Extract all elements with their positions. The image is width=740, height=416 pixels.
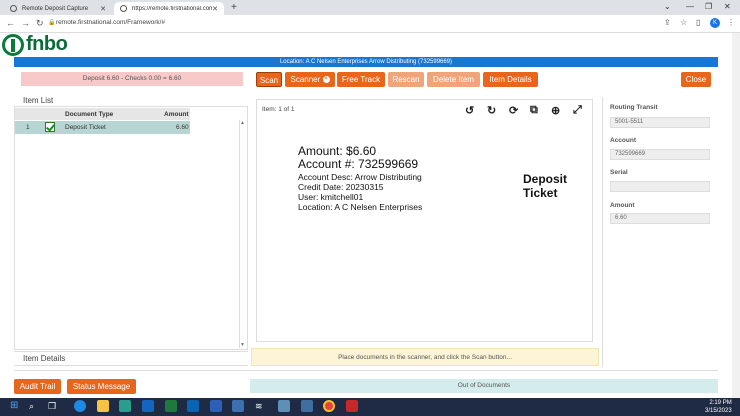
task-view-icon[interactable]: ❐: [48, 400, 60, 412]
fullscreen-icon[interactable]: ⤢: [573, 104, 582, 117]
scroll-up-icon[interactable]: ▲: [240, 120, 245, 126]
bookmark-star-icon[interactable]: ☆: [680, 18, 687, 27]
routing-transit-label: Routing Transit: [610, 104, 658, 111]
item-details-button[interactable]: Item Details: [483, 72, 538, 87]
excel-icon[interactable]: [165, 400, 177, 412]
zoom-in-icon[interactable]: ⊕: [551, 104, 560, 117]
item-list-title: Item List: [23, 96, 54, 105]
close-button[interactable]: Close: [681, 72, 711, 87]
tab-search-icon[interactable]: ⌄: [664, 2, 671, 11]
account-label: Account: [610, 137, 636, 144]
browser-tab-active[interactable]: https://remote.firstnational.com ✕: [114, 2, 224, 15]
back-icon[interactable]: ←: [6, 18, 15, 28]
account-field[interactable]: 732599669: [610, 149, 710, 160]
scanner-label: Scanner: [290, 75, 321, 84]
document-ticket-label: Deposit Ticket: [523, 172, 568, 200]
row-number: 1: [26, 124, 30, 131]
new-tab-button[interactable]: +: [231, 2, 237, 13]
fnbo-logo: fnbo: [26, 33, 68, 55]
row-document-type: Deposit Ticket: [65, 124, 106, 131]
maximize-icon[interactable]: ❐: [705, 2, 712, 11]
document-viewer: [256, 99, 593, 342]
divider: [14, 365, 248, 366]
item-counter: Item: 1 of 1: [262, 106, 295, 113]
minimize-icon[interactable]: —: [686, 2, 694, 11]
app-icon[interactable]: [278, 400, 290, 412]
scanner-status-bar: Out of Documents: [250, 379, 718, 393]
scanner-button[interactable]: Scanner ✕: [285, 72, 335, 87]
file-explorer-icon[interactable]: [97, 400, 109, 412]
routing-transit-field[interactable]: 5001-5511: [610, 117, 710, 128]
lock-icon: 🔒: [48, 20, 56, 26]
document-account: Account #: 732599669: [298, 157, 419, 171]
tab-label: https://remote.firstnational.com: [132, 5, 213, 12]
column-header-document-type[interactable]: Document Type: [65, 111, 113, 118]
os-taskbar: [0, 398, 740, 416]
page-scrollbar[interactable]: [732, 33, 740, 398]
rotate-right-icon[interactable]: ↻: [487, 104, 496, 117]
document-amount: Amount: $6.60: [298, 144, 377, 158]
app-icon[interactable]: [232, 400, 244, 412]
share-icon[interactable]: ⇪: [664, 18, 671, 27]
item-list-scrollbar[interactable]: [239, 120, 246, 348]
edge-icon[interactable]: [74, 400, 86, 412]
profile-avatar[interactable]: K: [710, 18, 720, 28]
mail-icon[interactable]: [142, 400, 154, 412]
audit-trail-button[interactable]: Audit Trail: [14, 379, 61, 394]
clock-date: 3/15/2023: [705, 408, 732, 414]
deposit-summary: Deposit 6.60 - Checks 0.00 = 6.60: [21, 72, 243, 86]
rescan-button[interactable]: Rescan: [388, 72, 424, 87]
status-message-button[interactable]: Status Message: [67, 379, 136, 394]
column-header-amount[interactable]: Amount: [164, 111, 189, 118]
fnbo-logo-mark-icon: [2, 34, 24, 56]
close-tab-icon[interactable]: ✕: [212, 5, 218, 13]
flip-image-icon[interactable]: ⧉: [530, 104, 538, 117]
document-user: User: kmitchell01: [298, 192, 364, 202]
reload-icon[interactable]: ↻: [36, 18, 44, 29]
divider: [14, 370, 718, 371]
search-icon[interactable]: ⌕: [29, 400, 41, 412]
globe-icon: [10, 5, 17, 12]
reset-view-icon[interactable]: ⟳: [509, 104, 518, 117]
row-amount: 6.60: [176, 124, 189, 131]
serial-field[interactable]: [610, 181, 710, 192]
menu-kebab-icon[interactable]: ⋮: [727, 18, 735, 27]
free-track-button[interactable]: Free Track: [337, 72, 385, 87]
app-icon[interactable]: [301, 400, 313, 412]
checked-icon: [45, 122, 55, 132]
divider: [14, 351, 248, 352]
close-tab-icon[interactable]: ✕: [100, 5, 106, 13]
outlook-icon[interactable]: [187, 400, 199, 412]
amount-label: Amount: [610, 202, 635, 209]
document-account-desc: Account Desc: Arrow Distributing: [298, 172, 422, 182]
chrome-icon[interactable]: [323, 400, 335, 412]
scanner-status-icon: ✕: [322, 76, 330, 84]
tab-label: Remote Deposit Capture: [22, 5, 89, 12]
rotate-left-icon[interactable]: ↺: [465, 104, 474, 117]
taskbar-clock: 2:19 PM 3/15/2023: [705, 399, 732, 415]
scanner-message: Place documents in the scanner, and clic…: [251, 348, 599, 366]
url-field[interactable]: remote.firstnational.com/Framework/#: [56, 19, 165, 26]
globe-icon: [120, 5, 127, 12]
window-close-icon[interactable]: ✕: [724, 2, 731, 11]
item-details-title: Item Details: [23, 354, 66, 363]
item-list-panel: [14, 106, 248, 350]
forward-icon[interactable]: →: [21, 18, 30, 28]
sidepanel-icon[interactable]: ▯: [696, 18, 700, 27]
document-location: Location: A C Nelsen Enterprises: [298, 202, 423, 212]
network-icon[interactable]: ≋: [255, 400, 267, 412]
serial-label: Serial: [610, 169, 628, 176]
clock-time: 2:19 PM: [709, 400, 732, 406]
store-icon[interactable]: [119, 400, 131, 412]
delete-item-button[interactable]: Delete Item: [427, 72, 480, 87]
scroll-down-icon[interactable]: ▼: [240, 342, 245, 348]
pdf-icon[interactable]: [346, 400, 358, 412]
document-credit-date: Credit Date: 20230315: [298, 182, 384, 192]
scan-button[interactable]: Scan: [256, 72, 282, 87]
amount-field[interactable]: 6.60: [610, 213, 710, 224]
browser-tab-remote-deposit[interactable]: Remote Deposit Capture ✕: [4, 2, 112, 15]
location-header: Location: A C Nelsen Enterprises Arrow D…: [14, 57, 718, 67]
windows-start-icon[interactable]: ⊞: [10, 400, 22, 412]
word-icon[interactable]: [210, 400, 222, 412]
